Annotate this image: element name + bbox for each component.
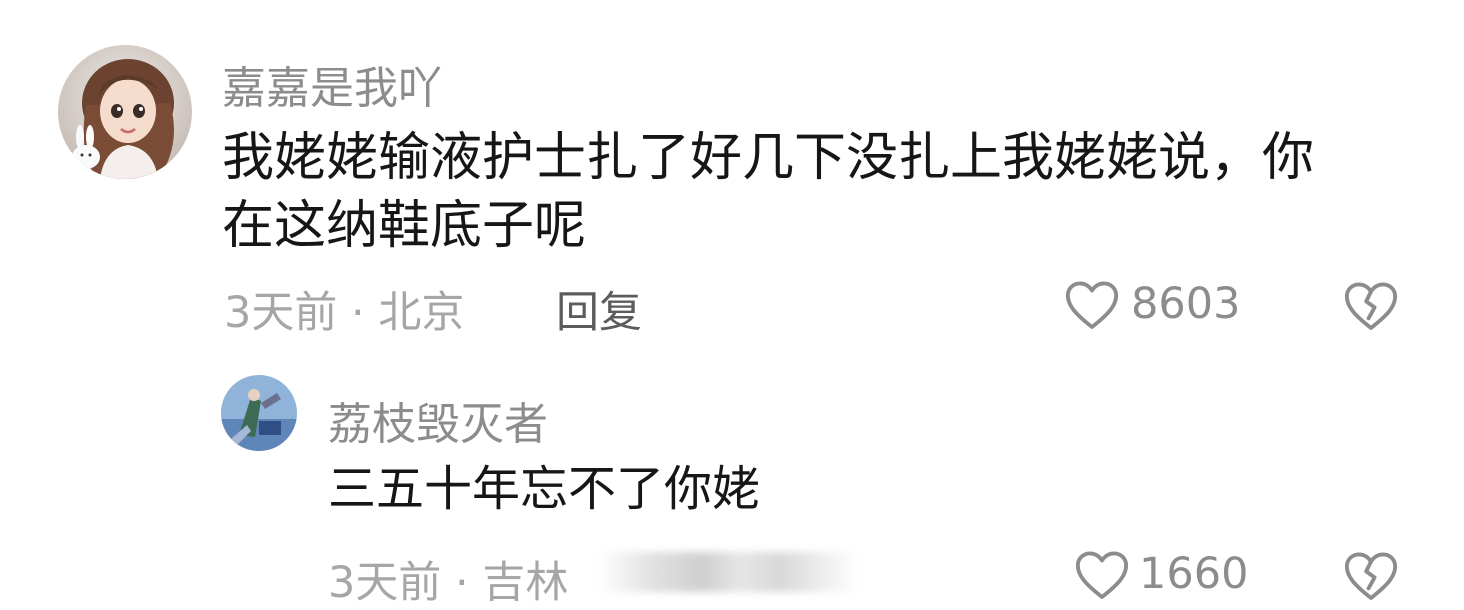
like-button[interactable]: 8603 bbox=[1063, 277, 1240, 331]
comment-text: 三五十年忘不了你姥 bbox=[328, 461, 761, 517]
dislike-button[interactable] bbox=[1342, 278, 1400, 332]
dislike-button[interactable] bbox=[1342, 548, 1400, 602]
comment-username[interactable]: 嘉嘉是我吖 bbox=[222, 52, 442, 116]
comment-username[interactable]: 荔枝毁灭者 bbox=[328, 388, 548, 452]
avatar[interactable] bbox=[221, 375, 297, 451]
like-button[interactable]: 1660 bbox=[1073, 547, 1248, 601]
like-count: 8603 bbox=[1131, 279, 1241, 329]
comment-meta: 3天前 · 北京 bbox=[224, 288, 465, 338]
like-count: 1660 bbox=[1139, 549, 1249, 599]
broken-heart-icon bbox=[1342, 278, 1400, 332]
comment-meta: 3天前 · 吉林 bbox=[328, 558, 569, 608]
reply-button-blurred[interactable] bbox=[598, 552, 858, 592]
comment-text: 我姥姥输液护士扎了好几下没扎上我姥姥说，你在这纳鞋底子呢 bbox=[222, 128, 1315, 256]
avatar[interactable] bbox=[58, 45, 192, 179]
avatar-image bbox=[58, 45, 192, 179]
reply-button[interactable]: 回复 bbox=[556, 278, 642, 340]
heart-outline-icon bbox=[1073, 547, 1131, 601]
avatar-image bbox=[221, 375, 297, 451]
broken-heart-icon bbox=[1342, 548, 1400, 602]
heart-outline-icon bbox=[1063, 277, 1121, 331]
